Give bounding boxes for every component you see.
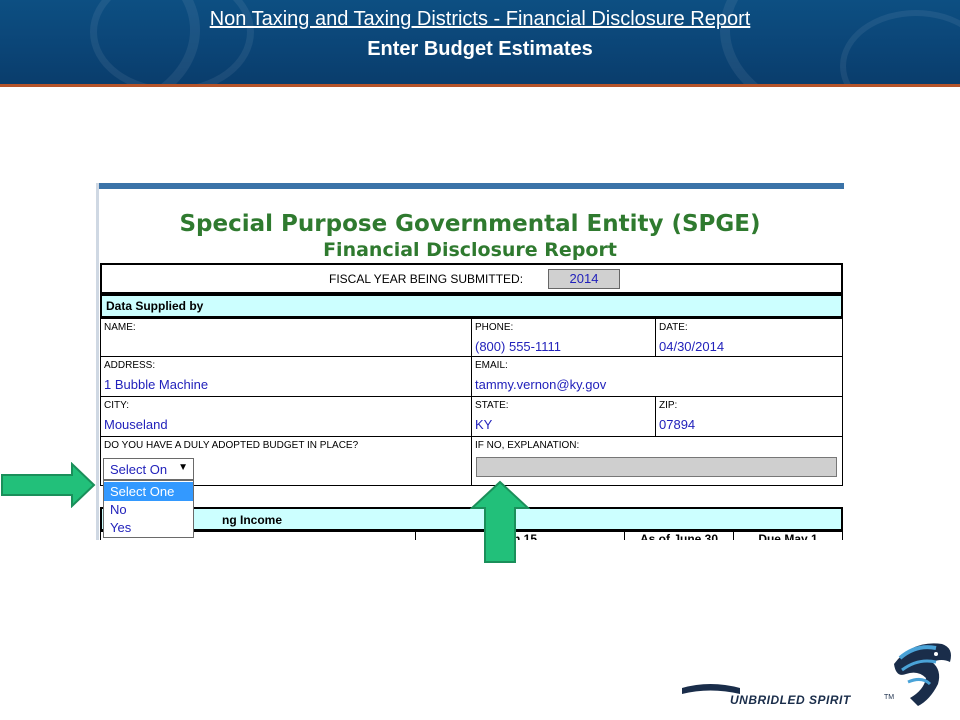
explanation-input[interactable] bbox=[476, 457, 837, 477]
budget-select-value: Select On bbox=[110, 462, 168, 477]
city-value: Mouseland bbox=[104, 417, 168, 432]
unbridled-spirit-logo bbox=[682, 643, 951, 706]
dropdown-option-no[interactable]: No bbox=[104, 500, 193, 519]
zip-label: ZIP: bbox=[659, 400, 678, 411]
form-title: Special Purpose Governmental Entity (SPG… bbox=[179, 211, 761, 237]
fiscal-year-field[interactable]: 2014 bbox=[548, 269, 620, 289]
right-arrow-icon bbox=[1, 462, 96, 508]
budget-question-label: DO YOU HAVE A DULY ADOPTED BUDGET IN PLA… bbox=[104, 440, 359, 451]
explanation-cell: IF NO, EXPLANATION: bbox=[471, 436, 843, 486]
phone-value: (800) 555-1111 bbox=[475, 339, 562, 354]
dropdown-arrow-icon: ▼ bbox=[178, 462, 188, 473]
email-value: tammy.vernon@ky.gov bbox=[475, 377, 607, 392]
phone-field[interactable]: PHONE: (800) 555-1111 bbox=[471, 318, 656, 357]
browser-top-bar bbox=[96, 183, 844, 189]
name-label: NAME: bbox=[104, 322, 136, 333]
city-label: CITY: bbox=[104, 400, 130, 411]
logo-trademark: TM bbox=[884, 694, 895, 701]
dropdown-option-select-one[interactable]: Select One bbox=[104, 482, 193, 501]
slide-header-banner: Non Taxing and Taxing Districts - Financ… bbox=[0, 0, 960, 84]
logo-text: UNBRIDLED SPIRIT bbox=[730, 693, 851, 707]
form-subtitle: Financial Disclosure Report bbox=[323, 239, 617, 261]
state-label: STATE: bbox=[475, 400, 509, 411]
zip-value: 07894 bbox=[659, 417, 696, 432]
dropdown-option-yes[interactable]: Yes bbox=[104, 518, 193, 537]
city-field[interactable]: CITY: Mouseland bbox=[100, 396, 472, 437]
explanation-label: IF NO, EXPLANATION: bbox=[475, 440, 580, 451]
email-label: EMAIL: bbox=[475, 360, 508, 371]
slide-subtitle: Enter Budget Estimates bbox=[367, 38, 593, 60]
phone-label: PHONE: bbox=[475, 322, 514, 333]
address-field[interactable]: ADDRESS: 1 Bubble Machine bbox=[100, 356, 472, 397]
date-value: 04/30/2014 bbox=[659, 339, 725, 354]
zip-field[interactable]: ZIP: 07894 bbox=[655, 396, 843, 437]
slide-title: Non Taxing and Taxing Districts - Financ… bbox=[209, 8, 751, 30]
address-label: ADDRESS: bbox=[104, 360, 156, 371]
income-column-header: Due May 1 bbox=[733, 531, 843, 540]
state-field[interactable]: STATE: KY bbox=[471, 396, 656, 437]
data-supplied-by-heading: Data Supplied by bbox=[100, 294, 843, 318]
address-value: 1 Bubble Machine bbox=[104, 377, 209, 392]
state-value: KY bbox=[475, 417, 493, 432]
banner-accent-line bbox=[0, 84, 960, 87]
budget-select[interactable]: Select On ▼ bbox=[103, 458, 194, 480]
income-heading-text: ng Income bbox=[222, 513, 283, 527]
income-column-header: As of June 30 bbox=[624, 531, 734, 540]
date-field[interactable]: DATE: 04/30/2014 bbox=[655, 318, 843, 357]
email-field[interactable]: EMAIL: tammy.vernon@ky.gov bbox=[471, 356, 843, 397]
date-label: DATE: bbox=[659, 322, 688, 333]
budget-dropdown-list: Select One No Yes bbox=[103, 480, 194, 538]
up-arrow-icon bbox=[470, 480, 530, 563]
fiscal-year-row: FISCAL YEAR BEING SUBMITTED: 2014 bbox=[100, 263, 843, 294]
fiscal-year-label: FISCAL YEAR BEING SUBMITTED: bbox=[329, 272, 524, 286]
name-field[interactable]: NAME: bbox=[100, 318, 472, 357]
